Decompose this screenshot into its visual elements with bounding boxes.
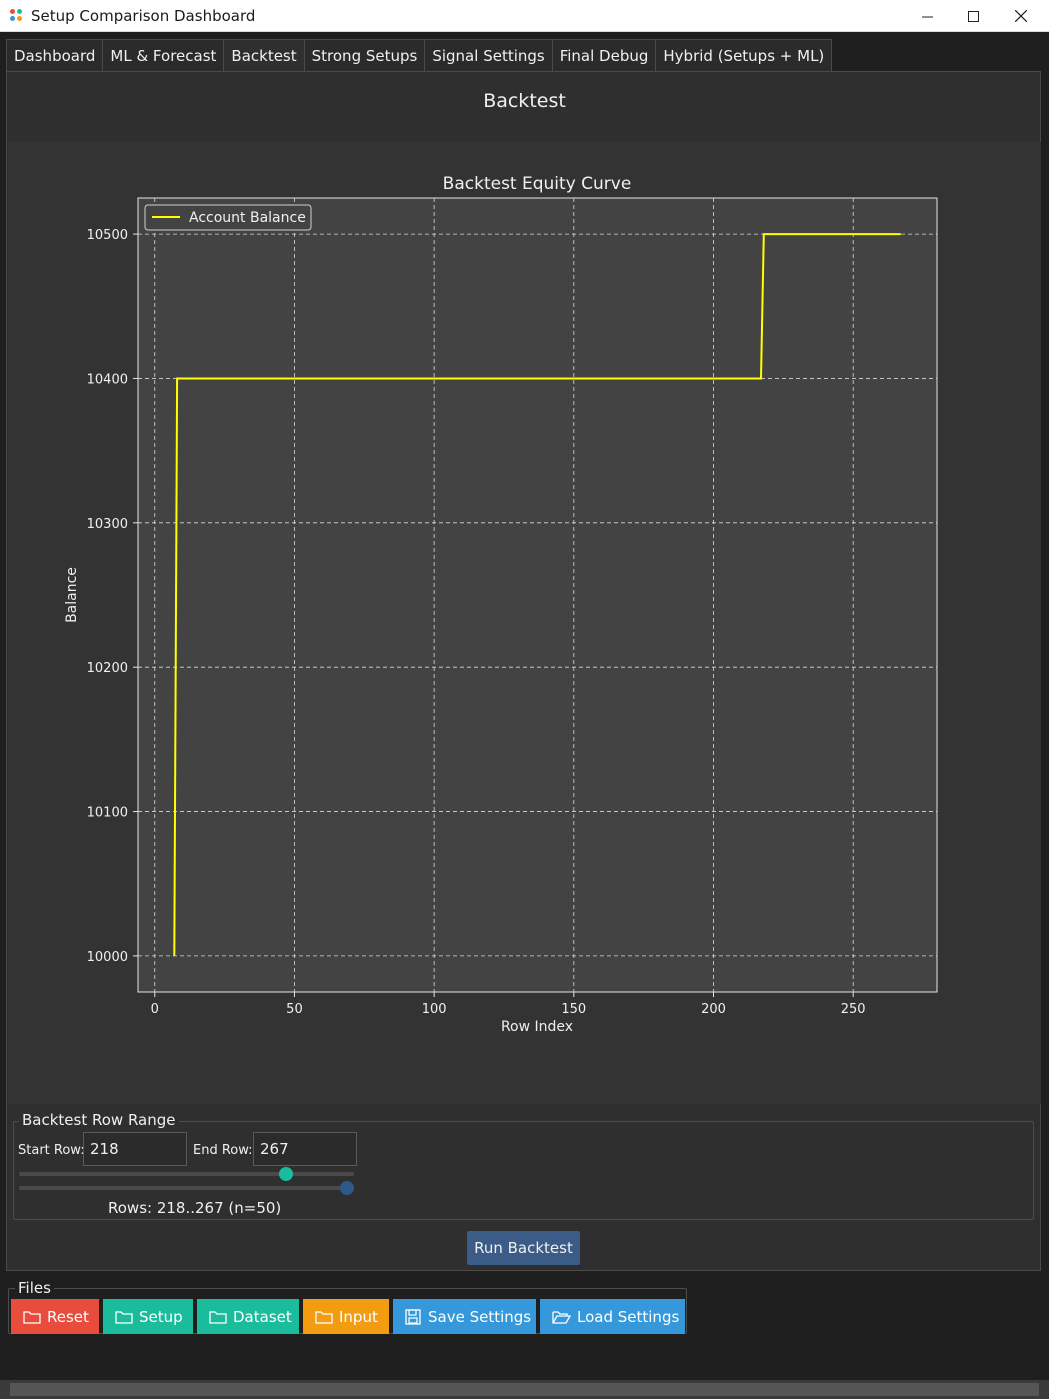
start-row-slider-handle[interactable] [279, 1167, 293, 1181]
scrollbar-thumb[interactable] [10, 1383, 1039, 1396]
title-bar: Setup Comparison Dashboard [0, 0, 1049, 32]
page-title: Backtest [483, 90, 566, 112]
x-tick-label: 150 [561, 1002, 586, 1017]
start-row-slider[interactable] [19, 1172, 354, 1176]
row-range-group: Backtest Row Range Start Row: 218 End Ro… [13, 1111, 1034, 1220]
maximize-button[interactable] [950, 0, 996, 32]
save-icon [405, 1308, 421, 1325]
app-logo-icon [10, 9, 24, 23]
tab-ml-forecast[interactable]: ML & Forecast [102, 39, 225, 72]
x-axis-label: Row Index [501, 1019, 573, 1035]
y-tick-label: 10200 [87, 661, 128, 676]
files-group: Files Reset Setup Dataset Input Save Set… [8, 1279, 687, 1334]
tab-signal-settings[interactable]: Signal Settings [424, 39, 553, 72]
run-backtest-button[interactable]: Run Backtest [467, 1231, 580, 1265]
dataset-button[interactable]: Dataset [197, 1299, 299, 1334]
save-settings-label: Save Settings [428, 1307, 532, 1326]
end-row-input[interactable]: 267 [253, 1132, 357, 1166]
tab-backtest[interactable]: Backtest [223, 39, 305, 73]
tab-dashboard[interactable]: Dashboard [6, 39, 104, 72]
dataset-label: Dataset [233, 1307, 292, 1326]
folder-icon [115, 1311, 133, 1324]
y-tick-label: 10000 [87, 950, 128, 965]
x-tick-label: 0 [151, 1002, 159, 1017]
end-row-label: End Row: [193, 1143, 253, 1158]
setup-label: Setup [139, 1307, 183, 1326]
x-tick-label: 250 [841, 1002, 866, 1017]
end-row-slider[interactable] [19, 1186, 354, 1190]
tab-strong-setups[interactable]: Strong Setups [303, 39, 426, 72]
horizontal-scrollbar[interactable] [0, 1380, 1049, 1399]
save-settings-button[interactable]: Save Settings [393, 1299, 536, 1334]
chart-canvas: 0 50 100 150 200 250 10000 10100 10200 10300 10400… [8, 142, 1041, 1104]
maximize-icon [967, 10, 979, 22]
x-tick-label: 50 [286, 1002, 303, 1017]
rows-summary: Rows: 218..267 (n=50) [108, 1199, 282, 1217]
close-button[interactable] [998, 0, 1044, 32]
input-label: Input [339, 1307, 378, 1326]
files-title: Files [15, 1279, 54, 1297]
legend-label: Account Balance [189, 210, 306, 226]
folder-icon [23, 1311, 41, 1324]
y-tick-label: 10100 [87, 806, 128, 821]
tab-final-debug[interactable]: Final Debug [551, 39, 657, 72]
tab-bar: Dashboard ML & Forecast Backtest Strong … [6, 39, 833, 73]
row-range-title: Backtest Row Range [19, 1111, 179, 1129]
end-row-slider-handle[interactable] [340, 1181, 354, 1195]
start-row-label: Start Row: [18, 1143, 85, 1158]
tab-hybrid[interactable]: Hybrid (Setups + ML) [655, 39, 833, 72]
minimize-icon [921, 16, 933, 17]
x-tick-label: 100 [422, 1002, 447, 1017]
start-row-input[interactable]: 218 [83, 1132, 187, 1166]
reset-button[interactable]: Reset [11, 1299, 99, 1334]
input-button[interactable]: Input [303, 1299, 389, 1334]
chart-title: Backtest Equity Curve [443, 174, 632, 194]
legend: Account Balance [144, 204, 312, 231]
x-tick-label: 200 [701, 1002, 726, 1017]
window-title: Setup Comparison Dashboard [31, 7, 256, 25]
load-settings-label: Load Settings [577, 1307, 680, 1326]
folder-icon [315, 1311, 333, 1324]
plot-background [137, 197, 938, 993]
reset-label: Reset [47, 1307, 89, 1326]
y-axis-label: Balance [64, 567, 80, 623]
backtest-panel: Backtest 0 50 100 150 200 250 10000 10100 10200 1… [6, 71, 1041, 1271]
folder-icon [209, 1311, 227, 1324]
load-settings-button[interactable]: Load Settings [540, 1299, 685, 1334]
y-tick-label: 10500 [87, 228, 128, 243]
setup-button[interactable]: Setup [103, 1299, 193, 1334]
app-window: Setup Comparison Dashboard Dashboard ML … [0, 0, 1049, 1399]
folder-open-icon [552, 1311, 571, 1324]
y-tick-label: 10300 [87, 517, 128, 532]
y-tick-label: 10400 [87, 372, 128, 387]
equity-chart: 0 50 100 150 200 250 10000 10100 10200 10300 10400… [64, 174, 938, 1035]
minimize-button[interactable] [904, 0, 950, 32]
close-icon [1015, 10, 1027, 22]
